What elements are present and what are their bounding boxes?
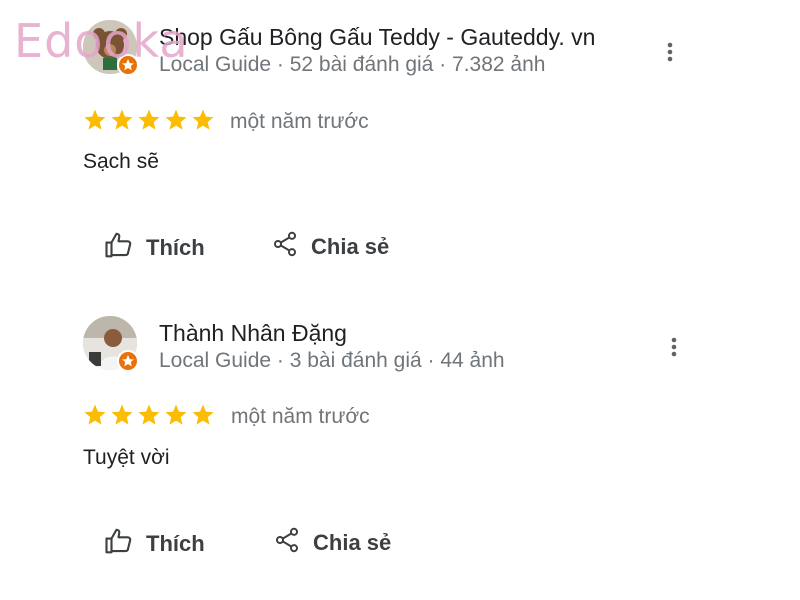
star-icon	[191, 108, 215, 132]
thumb-up-icon	[104, 230, 134, 265]
share-label: Chia sẻ	[313, 529, 392, 555]
star-icon	[191, 403, 215, 427]
like-button[interactable]: Thích	[104, 526, 205, 561]
more-options-icon[interactable]	[664, 335, 684, 359]
review-time: một năm trước	[230, 110, 369, 133]
star-icon	[83, 403, 107, 427]
review-text: Tuyệt vời	[83, 446, 170, 469]
local-guide-badge-icon	[117, 350, 139, 372]
review-text: Sạch sẽ	[83, 150, 159, 173]
reviewer-name[interactable]: Thành Nhân Đặng	[159, 320, 347, 347]
share-icon	[273, 526, 301, 559]
review-time: một năm trước	[231, 405, 370, 428]
share-icon	[271, 230, 299, 263]
like-label: Thích	[146, 530, 205, 556]
star-icon	[164, 403, 188, 427]
share-button[interactable]: Chia sẻ	[271, 230, 389, 263]
star-icon	[83, 108, 107, 132]
reviewer-name[interactable]: Shop Gấu Bông Gấu Teddy - Gauteddy. vn	[159, 24, 595, 51]
star-icon	[110, 403, 134, 427]
share-label: Chia sẻ	[311, 233, 390, 259]
like-label: Thích	[146, 234, 205, 260]
star-icon	[137, 108, 161, 132]
star-icon	[164, 108, 188, 132]
star-rating	[83, 403, 215, 427]
watermark-logo: Edooka	[14, 14, 189, 68]
reviewer-meta: Local Guide · 3 bài đánh giá · 44 ảnh	[159, 349, 505, 372]
like-button[interactable]: Thích	[104, 230, 205, 265]
star-icon	[137, 403, 161, 427]
more-options-icon[interactable]	[660, 40, 680, 64]
review-card: Thành Nhân Đặng Local Guide · 3 bài đánh…	[0, 296, 800, 596]
share-button[interactable]: Chia sẻ	[273, 526, 391, 559]
reviewer-meta: Local Guide · 52 bài đánh giá · 7.382 ản…	[159, 53, 546, 76]
thumb-up-icon	[104, 526, 134, 561]
star-icon	[110, 108, 134, 132]
star-rating	[83, 108, 215, 132]
